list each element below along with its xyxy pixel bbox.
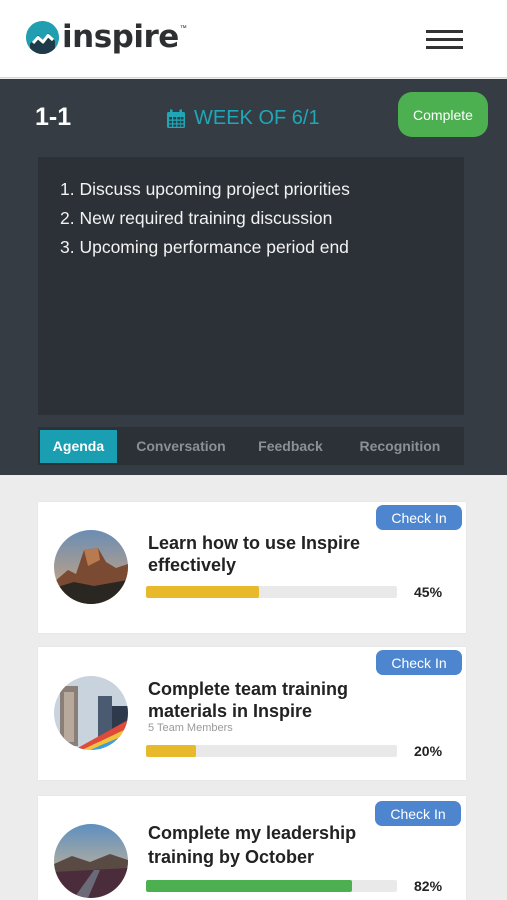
- goal-progress-fill: [146, 880, 352, 892]
- goal-avatar: [54, 530, 128, 604]
- agenda-item: 3. Upcoming performance period end: [60, 237, 349, 257]
- goal-avatar: [54, 676, 128, 750]
- app-header: inspire ™: [0, 0, 507, 78]
- check-in-button[interactable]: Check In: [376, 650, 462, 675]
- tab-feedback[interactable]: Feedback: [245, 430, 336, 463]
- logo-mountain-icon: [26, 21, 59, 54]
- goal-title: Complete team training materials in Insp…: [148, 679, 349, 721]
- calendar-icon: [167, 109, 185, 128]
- goal-progress-percent: 82%: [414, 878, 443, 894]
- goal-avatar: [54, 824, 128, 898]
- week-label: WEEK OF 6/1: [194, 107, 320, 129]
- goal-title: Complete my leadership training by Octob…: [148, 823, 357, 867]
- week-selector[interactable]: WEEK OF 6/1: [166, 107, 320, 130]
- tab-recognition[interactable]: Recognition: [336, 430, 464, 463]
- goal-progress-bar: [146, 745, 397, 757]
- tab-agenda[interactable]: Agenda: [40, 429, 117, 463]
- agenda-item: 1. Discuss upcoming project priorities: [60, 179, 350, 199]
- complete-button[interactable]: Complete: [398, 92, 488, 137]
- hamburger-menu-icon[interactable]: [426, 30, 464, 52]
- agenda-text-area[interactable]: 1. Discuss upcoming project priorities 2…: [38, 157, 464, 415]
- goal-progress-percent: 20%: [414, 743, 443, 759]
- agenda-list: 1. Discuss upcoming project priorities 2…: [60, 175, 442, 262]
- logo-wordmark: inspire: [62, 19, 179, 55]
- goal-progress-fill: [146, 586, 259, 598]
- goal-card[interactable]: Check In Learn how to use Inspire effect…: [38, 502, 466, 633]
- goal-card[interactable]: Check In Complete my leadership training…: [38, 796, 466, 900]
- goal-subtitle: 5 Team Members: [148, 722, 233, 734]
- check-in-button[interactable]: Check In: [376, 505, 462, 530]
- goal-progress-percent: 45%: [414, 584, 443, 600]
- agenda-item: 2. New required training discussion: [60, 208, 333, 228]
- goal-card[interactable]: Check In Complete team training material…: [38, 647, 466, 780]
- goal-progress-bar: [146, 586, 397, 598]
- goal-title: Learn how to use Inspire effectively: [148, 533, 361, 575]
- meeting-title: 1-1: [35, 103, 72, 131]
- goal-progress-fill: [146, 745, 197, 757]
- meeting-panel: 1-1 WEEK OF 6/1 Complete 1. Discuss upco…: [0, 79, 507, 475]
- logo-trademark: ™: [179, 25, 187, 32]
- meeting-tabs: Agenda Conversation Feedback Recognition: [38, 427, 464, 465]
- tab-conversation[interactable]: Conversation: [117, 430, 245, 463]
- goal-progress-bar: [146, 880, 397, 892]
- inspire-logo[interactable]: inspire ™: [26, 21, 187, 54]
